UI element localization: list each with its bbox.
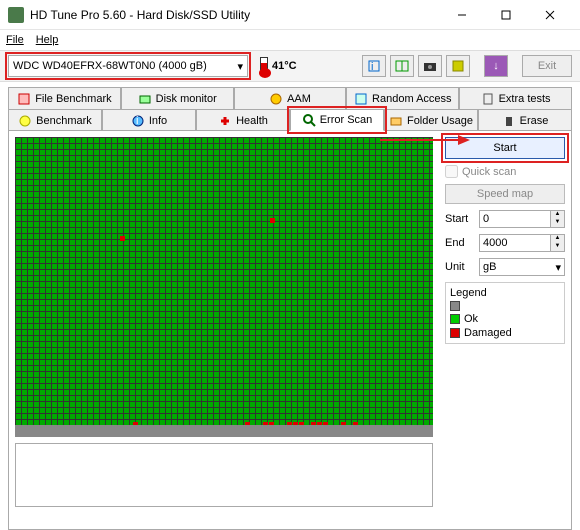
legend-title: Legend [450, 287, 560, 299]
chevron-down-icon: ▾ [555, 261, 561, 274]
legend-swatch-blank [450, 301, 460, 311]
quick-scan-label: Quick scan [462, 166, 516, 178]
copy-info-button[interactable]: i [362, 55, 386, 77]
unit-label: Unit [445, 261, 475, 273]
tab-disk-monitor[interactable]: Disk monitor [121, 87, 234, 109]
drive-select[interactable]: WDC WD40EFRX-68WT0N0 (4000 gB) ▾ [8, 55, 248, 77]
tab-extra-tests[interactable]: Extra tests [459, 87, 572, 109]
chevron-down-icon: ▾ [237, 60, 243, 73]
svg-text:i: i [136, 115, 138, 127]
drive-select-value: WDC WD40EFRX-68WT0N0 (4000 gB) [13, 60, 207, 72]
end-spinner[interactable]: ▲▼ [479, 234, 565, 252]
log-output [15, 443, 433, 507]
spin-up-icon[interactable]: ▲ [550, 235, 564, 243]
scan-block-grid [15, 137, 433, 437]
start-spinner[interactable]: ▲▼ [479, 210, 565, 228]
svg-text:i: i [371, 61, 373, 73]
start-button[interactable]: Start [445, 137, 565, 159]
tab-health[interactable]: Health [196, 109, 290, 131]
start-label: Start [445, 213, 475, 225]
quick-scan-checkbox[interactable] [445, 165, 458, 178]
end-label: End [445, 237, 475, 249]
unscanned-row [15, 425, 433, 437]
thermometer-icon [260, 57, 268, 75]
tab-aam[interactable]: AAM [234, 87, 347, 109]
spin-up-icon[interactable]: ▲ [550, 211, 564, 219]
legend-swatch-ok [450, 314, 460, 324]
maximize-button[interactable] [484, 1, 528, 29]
app-icon [8, 7, 24, 23]
spin-down-icon[interactable]: ▼ [550, 219, 564, 227]
copy-screenshot-button[interactable] [390, 55, 414, 77]
start-input[interactable] [480, 211, 550, 227]
close-button[interactable] [528, 1, 572, 29]
menu-help[interactable]: Help [36, 34, 59, 46]
window-title: HD Tune Pro 5.60 - Hard Disk/SSD Utility [30, 8, 440, 22]
tab-erase[interactable]: Erase [478, 109, 572, 131]
magnifier-icon [302, 113, 316, 127]
damaged-block [120, 236, 125, 241]
minimize-button[interactable] [440, 1, 484, 29]
end-input[interactable] [480, 235, 550, 251]
tab-folder-usage[interactable]: Folder Usage [384, 109, 478, 131]
tab-info[interactable]: iInfo [102, 109, 196, 131]
menu-file[interactable]: File [6, 34, 24, 46]
exit-button[interactable]: Exit [522, 55, 572, 77]
damaged-block [270, 218, 275, 223]
tab-benchmark[interactable]: Benchmark [8, 109, 102, 131]
options-button[interactable] [446, 55, 470, 77]
spin-down-icon[interactable]: ▼ [550, 243, 564, 251]
save-button[interactable]: ↓ [484, 55, 508, 77]
tab-random-access[interactable]: Random Access [346, 87, 459, 109]
tab-file-benchmark[interactable]: File Benchmark [8, 87, 121, 109]
speed-map-button[interactable]: Speed map [445, 184, 565, 204]
unit-select[interactable]: gB ▾ [479, 258, 565, 276]
tab-error-scan[interactable]: Error Scan [290, 109, 384, 131]
screenshot-button[interactable] [418, 55, 442, 77]
legend-swatch-damaged [450, 328, 460, 338]
legend-box: Legend Ok Damaged [445, 282, 565, 344]
temperature-value: 41°C [272, 60, 297, 72]
